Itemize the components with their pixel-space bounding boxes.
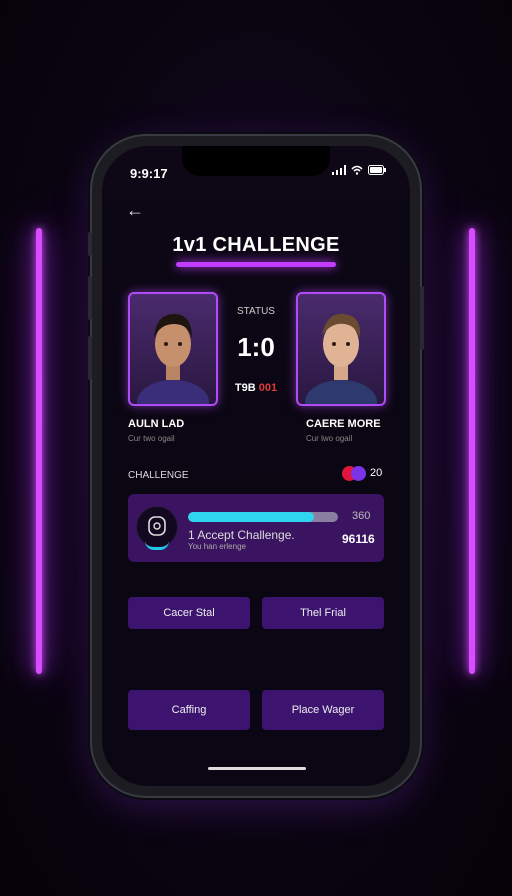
- challenge-toggle-value: 20: [370, 467, 383, 479]
- wifi-icon: [351, 165, 363, 175]
- notch: [182, 146, 330, 176]
- side-button: [88, 336, 92, 380]
- neon-bar-left: [36, 228, 42, 674]
- card-icon-ring: [145, 541, 169, 550]
- phone-frame: 9:9:17 ← 1v1 CHALLENGE STATUS 1:0 T9B 00…: [88, 136, 424, 796]
- side-button: [88, 232, 92, 256]
- status-icons: [332, 165, 386, 175]
- phone-screen: 9:9:17 ← 1v1 CHALLENGE STATUS 1:0 T9B 00…: [102, 146, 410, 786]
- status-time: 9:9:17: [130, 166, 168, 181]
- side-button: [88, 276, 92, 320]
- card-subtitle: You han erlenge: [188, 542, 246, 551]
- card-top-value: 360: [352, 510, 371, 522]
- challenge-card-icon: [136, 506, 178, 550]
- title-underline: [176, 262, 336, 267]
- challenge-progress-fill: [188, 512, 314, 522]
- player-2-name: CAERE MORE: [306, 418, 381, 430]
- match-tbd: T9B 001: [102, 382, 410, 394]
- signal-icon: [332, 165, 346, 175]
- match-status-label: STATUS: [237, 306, 275, 317]
- battery-icon: [368, 165, 386, 175]
- thel-frial-button[interactable]: Thel Frial: [262, 597, 384, 629]
- player-1-subtitle: Cur two ogail: [128, 434, 175, 443]
- caffing-button[interactable]: Caffing: [128, 690, 250, 730]
- card-amount: 96116: [342, 532, 375, 546]
- tbd-label: T9B: [234, 382, 256, 394]
- place-wager-button[interactable]: Place Wager: [262, 690, 384, 730]
- card-title: 1 Accept Challenge.: [188, 528, 295, 542]
- challenge-progress-bar: [188, 512, 338, 522]
- back-arrow-icon[interactable]: ←: [126, 200, 144, 221]
- tbd-value: 001: [258, 382, 278, 394]
- neon-bar-right: [469, 228, 475, 674]
- cacer-stal-button[interactable]: Cacer Stal: [128, 597, 250, 629]
- challenge-toggle[interactable]: [342, 466, 368, 482]
- page-title: 1v1 CHALLENGE: [172, 234, 340, 256]
- toggle-dot-purple: [351, 466, 366, 481]
- player-2-subtitle: Cur lwo ogail: [306, 434, 353, 443]
- home-indicator[interactable]: [208, 767, 306, 770]
- challenge-card[interactable]: 360 1 Accept Challenge. You han erlenge …: [128, 494, 384, 562]
- player-1-name: AULN LAD: [128, 418, 185, 430]
- challenge-label: CHALLENGE: [128, 470, 189, 481]
- power-button: [420, 286, 424, 350]
- match-score: 1:0: [237, 332, 275, 362]
